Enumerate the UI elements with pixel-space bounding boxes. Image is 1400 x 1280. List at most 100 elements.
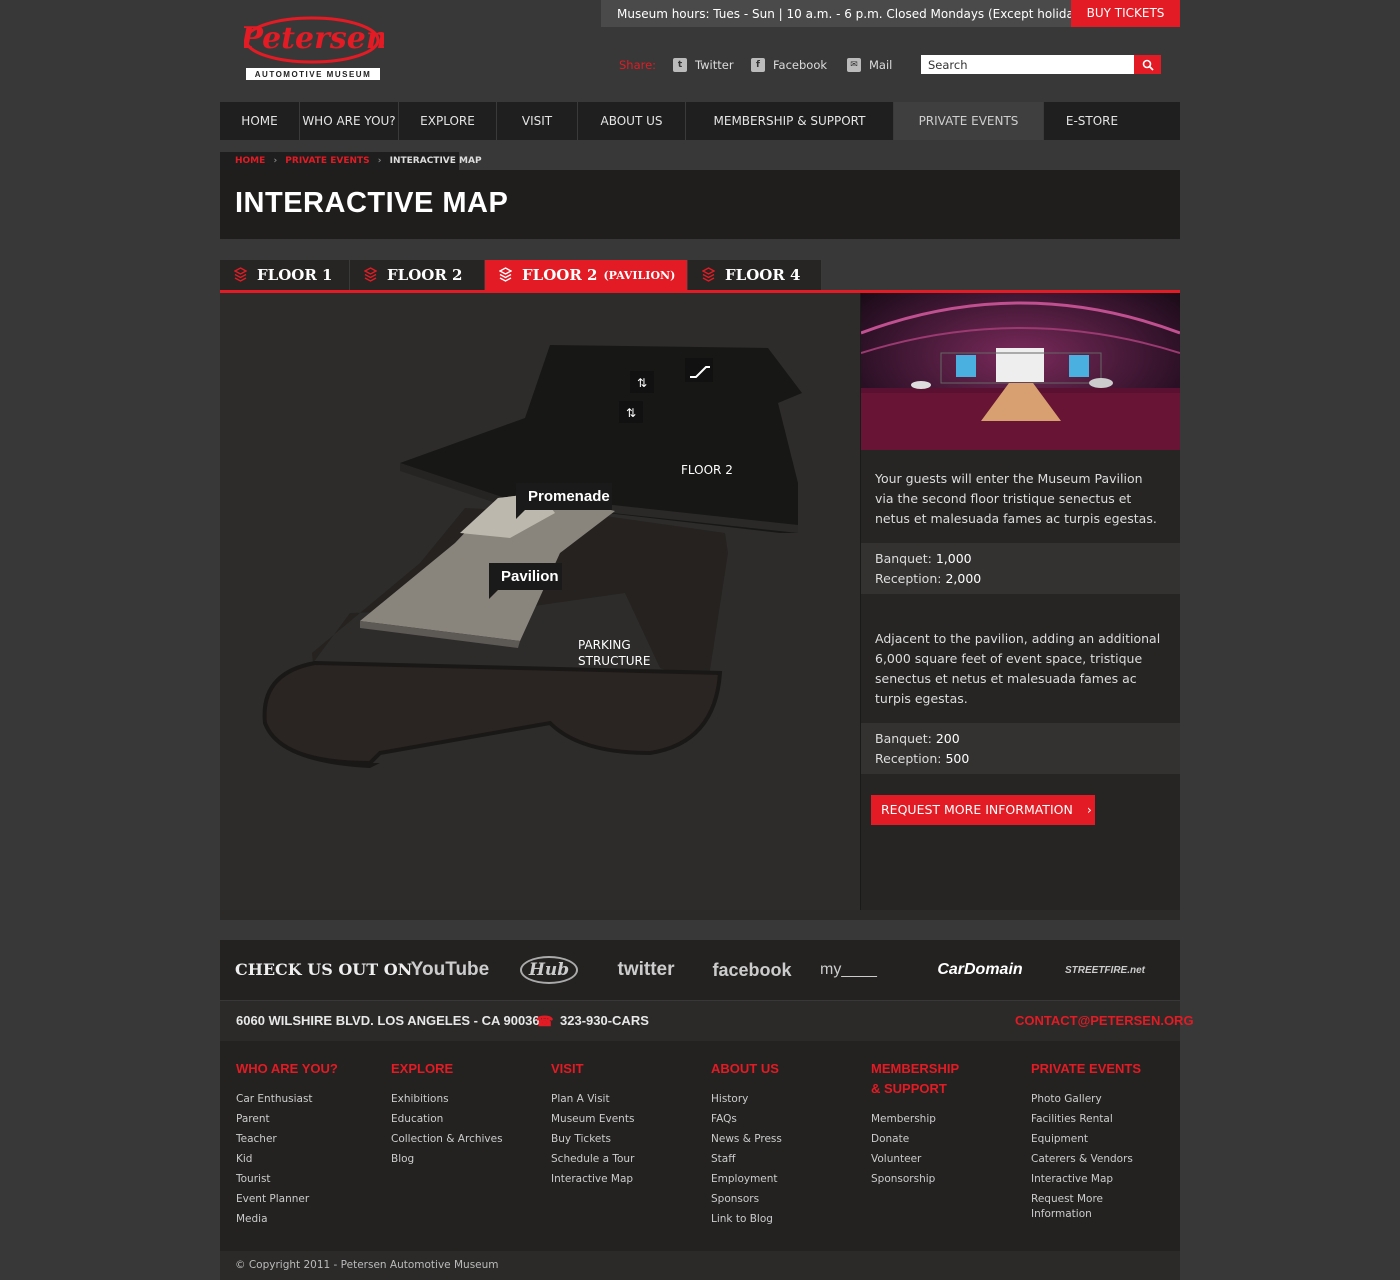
search-button[interactable] (1134, 55, 1161, 74)
nav-e-store[interactable]: E-STORE (1044, 102, 1140, 140)
escalator-icon (685, 358, 713, 382)
main-nav: HOME WHO ARE YOU? EXPLORE VISIT ABOUT US… (220, 102, 1180, 140)
tab-floor-1-label: FLOOR 1 (257, 266, 333, 284)
footer-link[interactable]: Request More Information (1031, 1192, 1131, 1222)
footer-link[interactable]: History (711, 1089, 861, 1109)
parking-label-line2: STRUCTURE (578, 654, 651, 668)
footer-link[interactable]: Equipment (1031, 1129, 1161, 1149)
footer-link[interactable]: Education (391, 1109, 541, 1129)
phone-number[interactable]: 323-930-CARS (560, 1013, 649, 1028)
nav-about-us[interactable]: ABOUT US (578, 102, 686, 140)
footer-link[interactable]: Buy Tickets (551, 1129, 701, 1149)
contact-email[interactable]: CONTACT@PETERSEN.ORG (1015, 1013, 1194, 1028)
footer-link[interactable]: Event Planner (236, 1189, 386, 1209)
tab-floor-2-pavilion[interactable]: FLOOR 2 (PAVILION) (485, 260, 688, 290)
nav-explore[interactable]: EXPLORE (399, 102, 497, 140)
footer-link[interactable]: Donate (871, 1129, 1021, 1149)
search-input[interactable] (921, 55, 1134, 74)
banquet-label: Banquet: (875, 731, 932, 746)
share-twitter-label: Twitter (695, 58, 734, 72)
myspace-logo[interactable]: my____ (820, 955, 902, 985)
layers-icon (364, 267, 377, 282)
footer-link[interactable]: Kid (236, 1149, 386, 1169)
breadcrumb-home[interactable]: HOME (235, 156, 265, 166)
breadcrumb-separator-icon: › (273, 156, 278, 166)
request-info-label: REQUEST MORE INFORMATION (881, 802, 1073, 817)
footer-heading[interactable]: PRIVATE EVENTS (1031, 1059, 1161, 1079)
tab-floor-4[interactable]: FLOOR 4 (688, 260, 822, 290)
address: 6060 WILSHIRE BLVD. LOS ANGELES - CA 900… (236, 1013, 540, 1028)
reception-value: 2,000 (945, 571, 982, 586)
tab-floor-2[interactable]: FLOOR 2 (350, 260, 485, 290)
footer-link[interactable]: Interactive Map (551, 1169, 701, 1189)
footer-link[interactable]: Blog (391, 1149, 541, 1169)
footer-link[interactable]: Media (236, 1209, 386, 1229)
tab-floor-2-label: FLOOR 2 (387, 266, 463, 284)
banquet-capacity-2: Banquet: 200 (875, 729, 960, 749)
breadcrumb-current: INTERACTIVE MAP (389, 156, 482, 166)
footer-link[interactable]: Facilities Rental (1031, 1109, 1161, 1129)
petersen-logo[interactable]: Petersen AUTOMOTIVE MUSEUM (239, 10, 388, 82)
footer-col-visit: VISIT Plan A Visit Museum Events Buy Tic… (551, 1059, 701, 1189)
phone-icon: ☎ (536, 1013, 554, 1029)
facebook-icon: f (751, 58, 765, 72)
footer-heading[interactable]: VISIT (551, 1059, 701, 1079)
logo-subtitle: AUTOMOTIVE MUSEUM (255, 70, 371, 79)
footer-link[interactable]: Teacher (236, 1129, 386, 1149)
footer-link[interactable]: Sponsors (711, 1189, 861, 1209)
footer-heading[interactable]: ABOUT US (711, 1059, 861, 1079)
buy-tickets-button[interactable]: BUY TICKETS (1071, 0, 1180, 27)
share-twitter-link[interactable]: t Twitter (673, 58, 734, 72)
banquet-capacity-1: Banquet: 1,000 (875, 549, 972, 569)
footer-link[interactable]: News & Press (711, 1129, 861, 1149)
facebook-logo[interactable]: facebook (711, 955, 793, 985)
pavilion-photo (860, 293, 1181, 450)
footer-link[interactable]: Tourist (236, 1169, 386, 1189)
footer-link[interactable]: Staff (711, 1149, 861, 1169)
nav-private-events[interactable]: PRIVATE EVENTS (894, 102, 1044, 140)
hub-logo[interactable]: Hub (520, 956, 578, 984)
nav-visit[interactable]: VISIT (497, 102, 578, 140)
breadcrumb-private-events[interactable]: PRIVATE EVENTS (285, 156, 369, 166)
footer-link[interactable]: Schedule a Tour (551, 1149, 701, 1169)
footer-col-explore: EXPLORE Exhibitions Education Collection… (391, 1059, 541, 1169)
streetfire-logo[interactable]: STREETFIRE.net (1050, 955, 1160, 985)
footer-col-about-us: ABOUT US History FAQs News & Press Staff… (711, 1059, 861, 1229)
reception-capacity-2: Reception: 500 (875, 749, 969, 769)
twitter-logo[interactable]: twitter (608, 955, 684, 985)
footer-link[interactable]: Sponsorship (871, 1169, 1021, 1189)
footer-link[interactable]: Museum Events (551, 1109, 701, 1129)
footer-heading[interactable]: MEMBERSHIP (871, 1059, 1021, 1079)
share-mail-link[interactable]: ✉ Mail (847, 58, 892, 72)
footer-link[interactable]: Caterers & Vendors (1031, 1149, 1161, 1169)
footer-link[interactable]: Volunteer (871, 1149, 1021, 1169)
footer-link[interactable]: FAQs (711, 1109, 861, 1129)
footer-link[interactable]: Membership (871, 1109, 1021, 1129)
interactive-map[interactable]: ⇅ ⇅ (220, 293, 860, 910)
share-facebook-link[interactable]: f Facebook (751, 58, 827, 72)
tab-floor-2-pavilion-label: FLOOR 2 (522, 266, 598, 284)
tab-floor-1[interactable]: FLOOR 1 (220, 260, 350, 290)
footer-link[interactable]: Photo Gallery (1031, 1089, 1161, 1109)
cardomain-logo[interactable]: CarDomain (935, 955, 1025, 985)
request-info-button[interactable]: REQUEST MORE INFORMATION › (871, 795, 1095, 825)
footer-link[interactable]: Collection & Archives (391, 1129, 541, 1149)
pavilion-description: Your guests will enter the Museum Pavili… (875, 471, 1157, 526)
footer-link[interactable]: Interactive Map (1031, 1169, 1161, 1189)
footer-link[interactable]: Employment (711, 1169, 861, 1189)
footer-link[interactable]: Parent (236, 1109, 386, 1129)
nav-home[interactable]: HOME (220, 102, 300, 140)
footer-link[interactable]: Link to Blog (711, 1209, 861, 1229)
nav-who-are-you[interactable]: WHO ARE YOU? (300, 102, 399, 140)
footer-link[interactable]: Exhibitions (391, 1089, 541, 1109)
footer-col-membership: MEMBERSHIP & SUPPORT Membership Donate V… (871, 1059, 1021, 1189)
footer-heading-line2[interactable]: & SUPPORT (871, 1079, 1021, 1099)
layers-icon (234, 267, 247, 282)
nav-membership-support[interactable]: MEMBERSHIP & SUPPORT (686, 102, 894, 140)
youtube-logo[interactable]: YouTube (411, 955, 489, 985)
footer-heading[interactable]: WHO ARE YOU? (236, 1059, 386, 1079)
footer-link[interactable]: Plan A Visit (551, 1089, 701, 1109)
footer-col-who-are-you: WHO ARE YOU? Car Enthusiast Parent Teach… (236, 1059, 386, 1229)
footer-heading[interactable]: EXPLORE (391, 1059, 541, 1079)
footer-link[interactable]: Car Enthusiast (236, 1089, 386, 1109)
